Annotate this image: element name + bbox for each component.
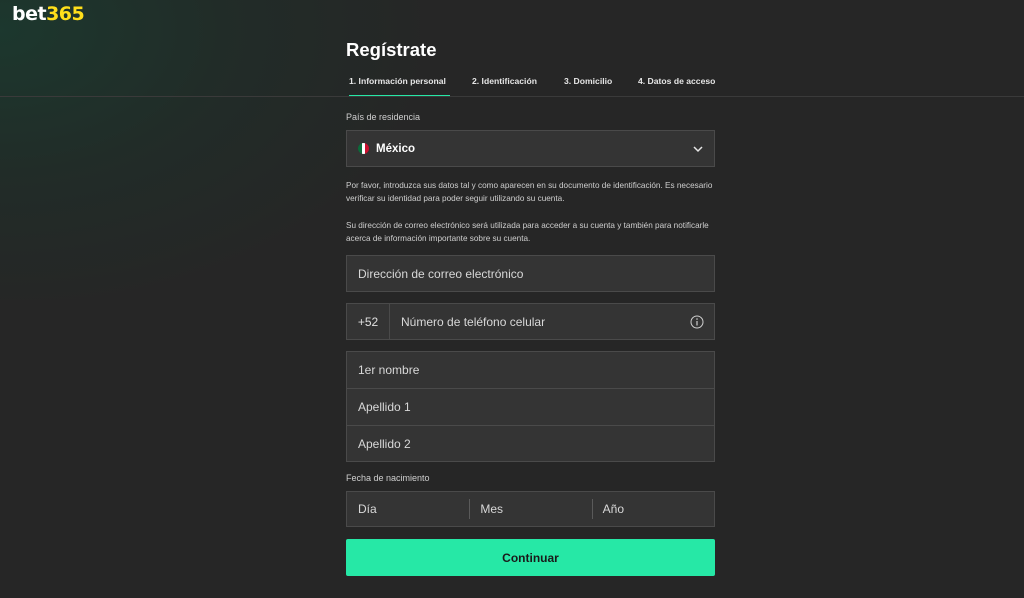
birth-year-placeholder: Año bbox=[602, 502, 625, 516]
surname-2-field[interactable]: Apellido 2 bbox=[347, 426, 714, 463]
info-icon[interactable] bbox=[690, 315, 704, 329]
email-notice: Su dirección de correo electrónico será … bbox=[346, 221, 709, 243]
tab-identification[interactable]: 2. Identificación bbox=[472, 76, 537, 97]
birthdate-field: Día Mes Año bbox=[346, 491, 715, 527]
tab-label: 1. Información personal bbox=[349, 76, 446, 86]
surname-2-placeholder: Apellido 2 bbox=[358, 437, 411, 451]
country-select[interactable]: México bbox=[346, 130, 715, 167]
tab-label: 4. Datos de acceso bbox=[638, 76, 715, 86]
email-placeholder: Dirección de correo electrónico bbox=[358, 267, 524, 281]
chevron-down-icon bbox=[693, 146, 703, 153]
phone-placeholder: Número de teléfono celular bbox=[401, 314, 546, 329]
country-label: País de residencia bbox=[346, 112, 421, 122]
birth-month-select[interactable]: Mes bbox=[469, 492, 591, 526]
bet365-logo[interactable]: bet365 bbox=[12, 3, 85, 25]
mexico-flag-icon bbox=[358, 143, 369, 154]
tab-label: 3. Domicilio bbox=[564, 76, 613, 86]
phone-field[interactable]: +52 Número de teléfono celular bbox=[346, 303, 715, 340]
birth-year-select[interactable]: Año bbox=[591, 492, 714, 526]
phone-prefix[interactable]: +52 bbox=[347, 304, 390, 339]
first-name-field[interactable]: 1er nombre bbox=[347, 352, 714, 389]
surname-1-field[interactable]: Apellido 1 bbox=[347, 389, 714, 426]
email-field[interactable]: Dirección de correo electrónico bbox=[346, 255, 715, 292]
identity-notice: Por favor, introduzca sus datos tal y co… bbox=[346, 181, 713, 203]
logo-part-bet: bet bbox=[12, 3, 47, 25]
continue-button-label: Continuar bbox=[502, 550, 559, 565]
continue-button[interactable]: Continuar bbox=[346, 539, 715, 576]
tab-label: 2. Identificación bbox=[472, 76, 537, 86]
first-name-placeholder: 1er nombre bbox=[358, 363, 420, 377]
tab-personal-info[interactable]: 1. Información personal bbox=[349, 76, 450, 97]
country-value: México bbox=[376, 142, 415, 155]
name-fields-group: 1er nombre Apellido 1 Apellido 2 bbox=[346, 351, 715, 462]
registration-steps: 1. Información personal 2. Identificació… bbox=[346, 76, 715, 97]
birthdate-label: Fecha de nacimiento bbox=[346, 473, 430, 483]
logo-part-365: 365 bbox=[46, 3, 85, 25]
birth-day-placeholder: Día bbox=[358, 502, 377, 516]
page-title: Regístrate bbox=[346, 39, 437, 60]
surname-1-placeholder: Apellido 1 bbox=[358, 400, 411, 414]
tab-access-data[interactable]: 4. Datos de acceso bbox=[638, 76, 715, 97]
tabs-divider bbox=[0, 96, 1024, 97]
birth-month-placeholder: Mes bbox=[480, 502, 503, 516]
tab-address[interactable]: 3. Domicilio bbox=[564, 76, 612, 97]
birth-day-select[interactable]: Día bbox=[347, 492, 469, 526]
